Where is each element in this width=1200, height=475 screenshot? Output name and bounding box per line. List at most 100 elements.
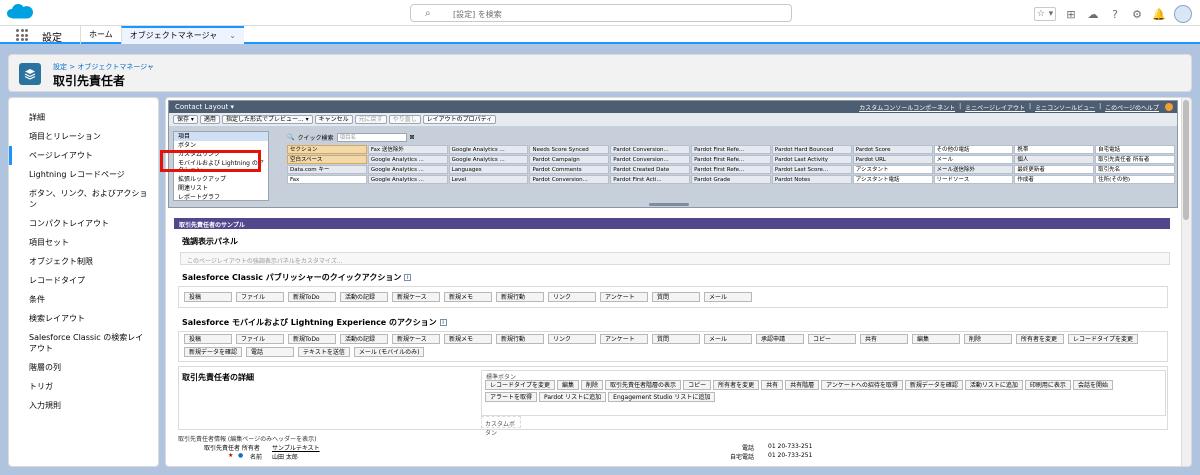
palette-field[interactable]: Languages [448, 165, 529, 174]
palette-field[interactable]: Pardot Conversion... [529, 175, 610, 184]
mobile-action-chip[interactable]: テキストを送信 [298, 347, 350, 357]
palette-field[interactable]: Pardot First Acti... [610, 175, 691, 184]
sidebar-item-classic-search-layouts[interactable]: Salesforce Classic の検索レイアウト [9, 328, 158, 358]
palette-field[interactable]: Google Analytics ... [448, 145, 529, 154]
palette-field[interactable]: Pardot Conversion... [610, 145, 691, 154]
sidebar-item-validation-rules[interactable]: 入力規則 [9, 396, 158, 415]
palette-field[interactable]: Needs Score Synced [529, 145, 610, 154]
classic-action-chip[interactable]: 質問 [652, 292, 700, 302]
palette-field[interactable]: セクション [287, 145, 367, 154]
mobile-action-chip[interactable]: 新規ケース [392, 334, 440, 344]
sidebar-item-fields[interactable]: 項目とリレーション [9, 127, 158, 146]
classic-action-chip[interactable]: 新規ケース [392, 292, 440, 302]
tab-home[interactable]: ホーム [80, 26, 121, 44]
trailhead-icon[interactable]: ☁ [1086, 7, 1100, 21]
mobile-action-chip[interactable]: 質問 [652, 334, 700, 344]
palette-field[interactable]: Pardot First Refe... [691, 165, 771, 174]
mobile-action-chip[interactable]: 編集 [912, 334, 960, 344]
palette-field[interactable]: Pardot Conversion... [610, 155, 691, 164]
standard-button-chip[interactable]: コピー [683, 380, 712, 390]
sidebar-item-triggers[interactable]: トリガ [9, 377, 158, 396]
redo-button[interactable]: やり直し [388, 115, 421, 124]
standard-button-chip[interactable]: レコードタイプを変更 [485, 380, 556, 390]
sidebar-item-details[interactable]: 詳細 [9, 108, 158, 127]
cancel-button[interactable]: キャンセル [314, 115, 353, 124]
category-buttons[interactable]: ボタン [174, 141, 268, 150]
mobile-action-chip[interactable]: 新規行動 [496, 334, 544, 344]
mobile-action-chip[interactable]: 新規ToDo [288, 334, 336, 344]
link-mini-console-view[interactable]: ミニコンソールビュー [1035, 103, 1095, 112]
palette-field[interactable]: Google Analytics ... [367, 175, 448, 184]
tab-object-manager[interactable]: オブジェクトマネージャ ⌄ [120, 26, 244, 44]
favorites-button[interactable]: ☆ ▾ [1034, 7, 1056, 21]
sidebar-item-record-types[interactable]: レコードタイプ [9, 271, 158, 290]
mobile-action-chip[interactable]: 所有者を変更 [1016, 334, 1064, 344]
category-report-charts[interactable]: レポートグラフ [174, 193, 268, 200]
palette-field[interactable]: Pardot Campaign [529, 155, 610, 164]
quick-find-input[interactable]: 項目名 [336, 133, 407, 142]
classic-action-chip[interactable]: 投稿 [184, 292, 232, 302]
global-search-input[interactable]: ⌕ [設定] を検索 [410, 4, 792, 22]
standard-button-chip[interactable]: Pardot リストに追加 [539, 392, 607, 402]
palette-field[interactable]: 空白スペース [287, 155, 367, 164]
sidebar-item-compact-layouts[interactable]: コンパクトレイアウト [9, 214, 158, 233]
palette-field[interactable]: Pardot Created Date [610, 165, 691, 174]
palette-field[interactable]: Level [448, 175, 529, 184]
classic-action-chip[interactable]: メール [704, 292, 752, 302]
mobile-action-chip[interactable]: 新規データを確認 [184, 347, 243, 357]
standard-button-chip[interactable]: 編集 [557, 380, 580, 390]
sidebar-item-page-layouts[interactable]: ページレイアウト [9, 146, 158, 165]
undo-button[interactable]: 元に戻す [354, 115, 387, 124]
mobile-action-chip[interactable]: 新規メモ [444, 334, 492, 344]
info-icon[interactable]: i [439, 319, 447, 326]
classic-action-chip[interactable]: 活動の記録 [340, 292, 388, 302]
palette-field[interactable]: 取引先名 [1095, 165, 1175, 174]
mobile-action-chip[interactable]: 共有 [860, 334, 908, 344]
mobile-action-chip[interactable]: 投稿 [184, 334, 232, 344]
classic-action-chip[interactable]: ファイル [236, 292, 284, 302]
classic-action-chip[interactable]: リンク [548, 292, 596, 302]
palette-field[interactable]: 作成者 [1014, 175, 1095, 184]
standard-button-chip[interactable]: 新規データを確認 [904, 380, 963, 390]
sidebar-item-search-layouts[interactable]: 検索レイアウト [9, 309, 158, 328]
palette-field[interactable]: アシスタント [852, 165, 933, 174]
help-icon[interactable]: ? [1108, 7, 1122, 21]
palette-field[interactable]: 個人 [1014, 155, 1095, 164]
palette-field[interactable]: 自宅電話 [1095, 145, 1175, 154]
save-button[interactable]: 保存 ▾ [173, 115, 198, 124]
sidebar-item-buttons-links-actions[interactable]: ボタン、リンク、およびアクション [9, 184, 158, 214]
bell-icon[interactable]: 🔔 [1152, 7, 1166, 21]
category-fields[interactable]: 項目 [174, 132, 268, 141]
palette-field[interactable]: 取引先責任者 所有者 [1095, 155, 1175, 164]
mobile-action-chip[interactable]: メール [704, 334, 752, 344]
salesforce-logo[interactable] [6, 3, 36, 23]
palette-field[interactable]: 最終更新者 [1014, 165, 1095, 174]
palette-field[interactable]: Data.com キー [287, 165, 367, 174]
sidebar-item-conditions[interactable]: 条件 [9, 290, 158, 309]
mobile-action-chip[interactable]: 電話 [246, 347, 295, 357]
standard-button-chip[interactable]: 共有 [761, 380, 784, 390]
gear-icon[interactable]: ⚙ [1130, 7, 1144, 21]
classic-action-chip[interactable]: アンケート [600, 292, 648, 302]
chevron-down-icon[interactable]: ⌄ [229, 31, 236, 40]
standard-button-chip[interactable]: アラートを取得 [485, 392, 538, 402]
classic-action-chip[interactable]: 新規ToDo [288, 292, 336, 302]
mobile-action-chip[interactable]: リンク [548, 334, 596, 344]
scrollbar-thumb[interactable] [1183, 100, 1189, 220]
mobile-action-chip[interactable]: ファイル [236, 334, 284, 344]
standard-button-chip[interactable]: 所有者を変更 [713, 380, 760, 390]
standard-button-chip[interactable]: 活動リストに追加 [964, 380, 1023, 390]
standard-button-chip[interactable]: Engagement Studio リストに追加 [608, 392, 716, 402]
category-related-lists[interactable]: 関連リスト [174, 184, 268, 193]
link-console-components[interactable]: カスタムコンソールコンポーネント [859, 103, 955, 112]
layout-name-menu[interactable]: Contact Layout ▾ [175, 103, 234, 111]
palette-field[interactable]: Pardot Last Activity [771, 155, 852, 164]
sidebar-item-object-limits[interactable]: オブジェクト制限 [9, 252, 158, 271]
classic-action-chip[interactable]: 新規行動 [496, 292, 544, 302]
palette-field[interactable]: Fax [287, 175, 367, 184]
palette-field[interactable]: Pardot Comments [529, 165, 610, 174]
standard-button-chip[interactable]: 共有階層 [785, 380, 820, 390]
mobile-action-chip[interactable]: メール (モバイルのみ) [353, 347, 425, 357]
classic-action-chip[interactable]: 新規メモ [444, 292, 492, 302]
standard-button-chip[interactable]: 取引先責任者階層の表示 [605, 380, 682, 390]
